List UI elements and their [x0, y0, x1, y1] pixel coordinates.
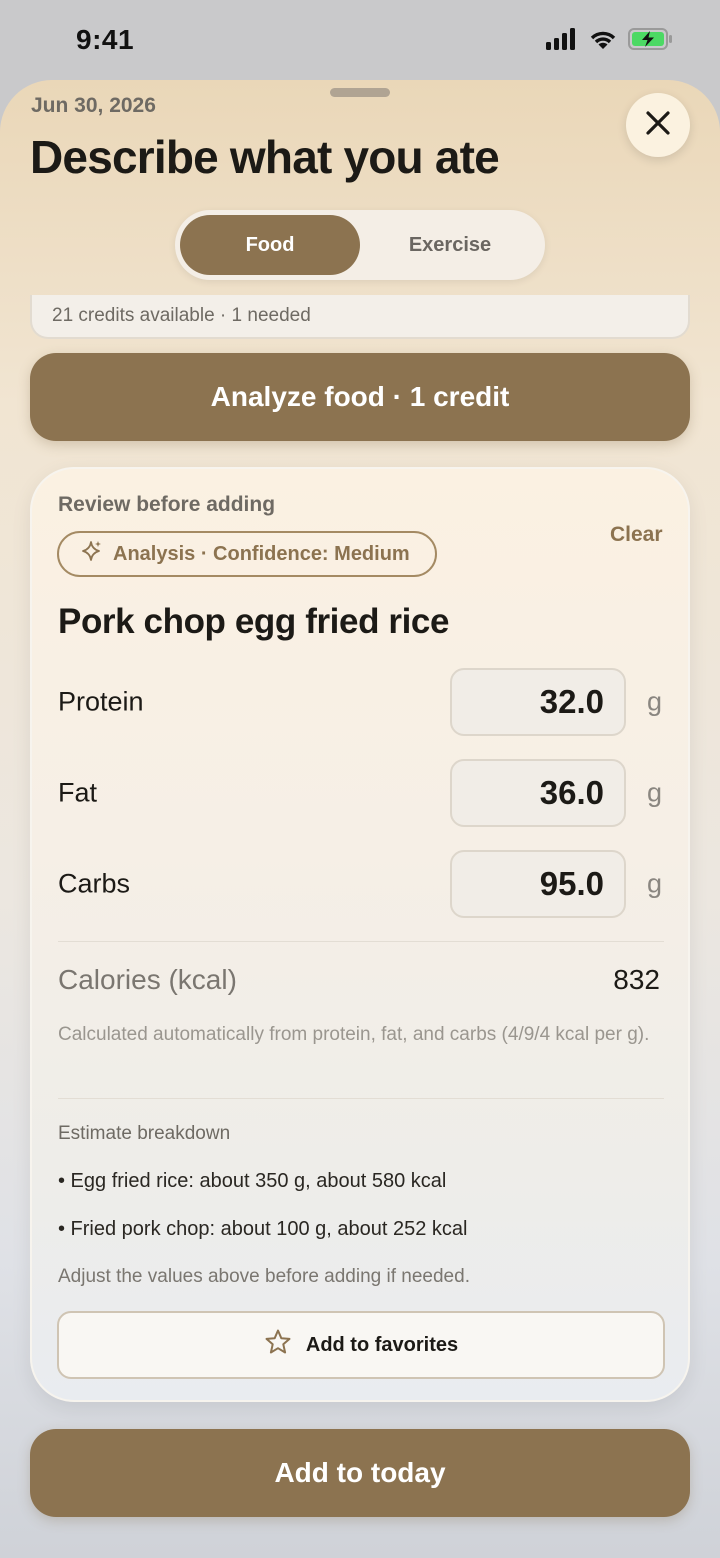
- analyze-button-label: Analyze food · 1 credit: [210, 381, 510, 412]
- star-icon: [264, 1328, 292, 1362]
- sheet-grabber[interactable]: [330, 88, 390, 97]
- date-label: Jun 30, 2026: [31, 94, 156, 117]
- confidence-label: Analysis · Confidence: Medium: [113, 542, 410, 565]
- tab-food[interactable]: Food: [180, 215, 360, 275]
- protein-input[interactable]: [450, 668, 626, 736]
- fat-input[interactable]: [450, 759, 626, 827]
- cellular-signal-icon: [546, 28, 578, 55]
- food-name: Pork chop egg fried rice: [58, 602, 450, 641]
- carbs-input[interactable]: [450, 850, 626, 918]
- credits-info: 21 credits available · 1 needed: [30, 295, 690, 339]
- breakdown-item: • Fried pork chop: about 100 g, about 25…: [58, 1218, 468, 1240]
- adjust-note: Adjust the values above before adding if…: [58, 1266, 470, 1287]
- food-exercise-toggle: Food Exercise: [175, 210, 545, 280]
- divider: [58, 941, 664, 942]
- status-bar: 9:41: [0, 0, 720, 80]
- confidence-badge: Analysis · Confidence: Medium: [57, 531, 437, 577]
- page-title: Describe what you ate: [30, 131, 500, 183]
- breakdown-item: • Egg fried rice: about 350 g, about 580…: [58, 1170, 447, 1192]
- macro-label: Protein: [58, 686, 144, 717]
- macro-row-protein: Protein g: [58, 668, 664, 736]
- macro-unit: g: [647, 777, 663, 808]
- status-time: 9:41: [76, 24, 135, 55]
- entry-sheet: Jun 30, 2026 Describe what you ate Food …: [0, 80, 720, 1558]
- macro-unit: g: [647, 868, 663, 899]
- sparkle-icon: [81, 540, 103, 568]
- battery-charging-icon: [628, 28, 674, 55]
- tab-exercise[interactable]: Exercise: [360, 215, 540, 275]
- macro-label: Carbs: [58, 868, 131, 899]
- clear-button[interactable]: Clear: [610, 523, 663, 547]
- macro-unit: g: [647, 686, 663, 717]
- credits-text: 21 credits available · 1 needed: [52, 305, 311, 326]
- wifi-icon: [588, 28, 618, 55]
- review-heading: Review before adding: [58, 493, 276, 516]
- add-to-favorites-button[interactable]: Add to favorites: [57, 1311, 665, 1379]
- macro-row-fat: Fat g: [58, 759, 664, 827]
- calories-label: Calories (kcal): [58, 964, 237, 995]
- review-card: Review before adding Clear Analysis · Co…: [30, 467, 690, 1402]
- macro-row-carbs: Carbs g: [58, 850, 664, 918]
- calories-note: Calculated automatically from protein, f…: [58, 1024, 650, 1045]
- analyze-food-button[interactable]: Analyze food · 1 credit: [30, 353, 690, 441]
- close-button[interactable]: [626, 93, 690, 157]
- favorites-label: Add to favorites: [305, 1333, 459, 1356]
- close-icon: [645, 110, 671, 141]
- breakdown-title: Estimate breakdown: [58, 1123, 231, 1144]
- divider: [58, 1098, 664, 1099]
- add-to-today-button[interactable]: Add to today: [30, 1429, 690, 1517]
- calories-value: 832: [613, 964, 660, 995]
- macro-label: Fat: [58, 777, 98, 808]
- status-icons: [546, 28, 674, 55]
- add-today-label: Add to today: [274, 1457, 446, 1488]
